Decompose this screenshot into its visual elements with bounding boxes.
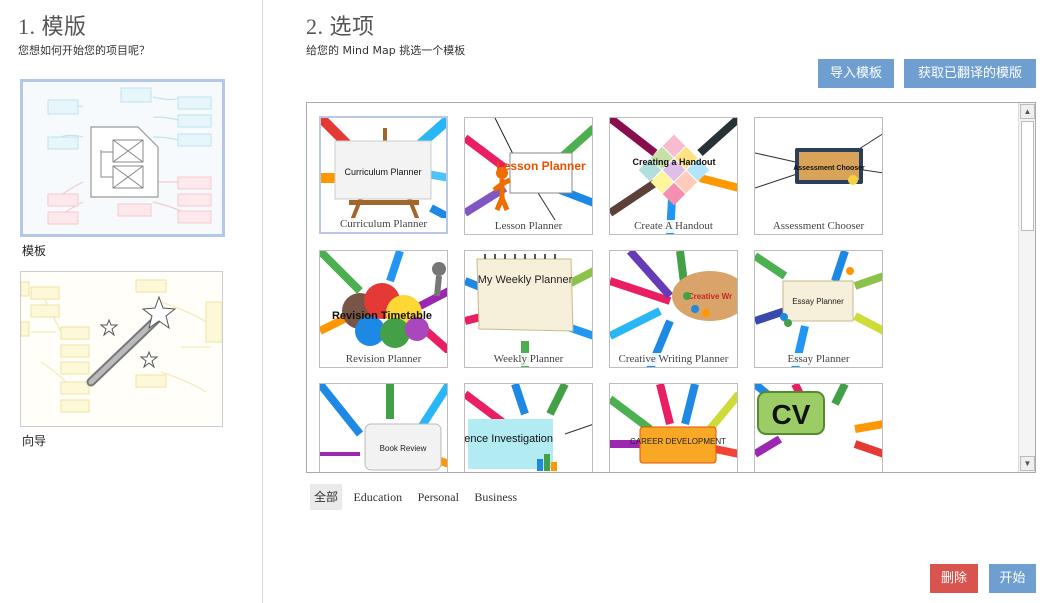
template-options-panel: 2. 选项 给您的 Mind Map 挑选一个模板 导入模板 获取已翻译的模版 … <box>264 0 1048 603</box>
thumbnail-text: Assessment Chooser <box>793 165 865 172</box>
assessment-chooser-thumbnail: Assessment Chooser <box>755 133 882 189</box>
scroll-up-arrow-icon[interactable]: ▲ <box>1020 104 1035 119</box>
magic-wand-icon <box>21 272 222 426</box>
curriculum-planner-thumbnail: Curriculum Planner <box>321 118 446 224</box>
book-review-thumbnail: Book Review <box>320 384 447 471</box>
template-mode-card[interactable] <box>20 79 225 237</box>
weekly-planner-thumbnail: My Weekly Planner <box>465 254 592 367</box>
template-label: Create A Handout <box>610 220 737 233</box>
template-label: Creative Writing Planner <box>610 353 737 366</box>
scroll-down-arrow-icon[interactable]: ▼ <box>1020 456 1035 471</box>
lesson-planner-thumbnail: Lesson Planner <box>465 118 592 229</box>
template-label: Essay Planner <box>755 353 882 366</box>
get-translated-templates-button[interactable]: 获取已翻译的模版 <box>904 59 1036 88</box>
wizard-mode-card[interactable] <box>20 271 223 427</box>
template-label: Weekly Planner <box>465 353 592 366</box>
template-tile-science-investigation[interactable]: Science Investigation <box>464 383 593 472</box>
template-tile-create-a-handout[interactable]: Creating a Handout Create A Handout <box>609 117 738 235</box>
essay-planner-thumbnail: Essay Planner <box>755 251 882 367</box>
thumbnail-text: Creating a Handout <box>632 157 715 167</box>
filter-business[interactable]: Business <box>470 484 521 510</box>
career-development-thumbnail: CAREER DEVELOPMENT <box>610 384 737 464</box>
step-2-subtitle: 给您的 Mind Map 挑选一个模板 <box>306 44 466 57</box>
template-label: Revision Planner <box>320 353 447 366</box>
template-tile-revision-planner[interactable]: Revision Timetable Revision Planner <box>319 250 448 368</box>
template-tile-career-development[interactable]: CAREER DEVELOPMENT <box>609 383 738 472</box>
thumbnail-text: CV <box>772 399 811 430</box>
template-grid-icon <box>23 82 222 234</box>
step-1-subtitle: 您想如何开始您的项目呢？ <box>18 44 150 57</box>
thumbnail-text: Revision Timetable <box>332 310 432 322</box>
filter-all[interactable]: 全部 <box>310 484 343 510</box>
thumbnail-text: Lesson Planner <box>496 159 586 173</box>
step-2-title: 2. 选项 <box>306 14 375 39</box>
thumbnail-text: CAREER DEVELOPMENT <box>630 437 726 446</box>
thumbnail-text: Science Investigation <box>465 433 553 445</box>
template-tile-curriculum-planner[interactable]: Curriculum Planner Curriculum Planner <box>319 116 448 234</box>
template-tile-weekly-planner[interactable]: My Weekly Planner Weekly Planner <box>464 250 593 368</box>
thumbnail-text: My Weekly Planner <box>478 274 573 286</box>
template-label: Curriculum Planner <box>321 218 446 231</box>
create-a-handout-thumbnail: Creating a Handout <box>610 118 737 234</box>
science-investigation-thumbnail: Science Investigation <box>465 384 592 471</box>
step-1-title: 1. 模版 <box>18 14 87 39</box>
thumbnail-text: Creative Wr <box>688 292 732 301</box>
template-mode-panel: 1. 模版 您想如何开始您的项目呢？ 模板 向导 <box>0 0 263 603</box>
template-label: Lesson Planner <box>465 220 592 233</box>
thumbnail-text: Essay Planner <box>792 297 844 306</box>
wizard-mode-label: 向导 <box>22 434 47 448</box>
template-tile-assessment-chooser[interactable]: Assessment Chooser Assessment Chooser <box>754 117 883 235</box>
template-tile-cv[interactable]: CV <box>754 383 883 472</box>
delete-button[interactable]: 删除 <box>930 564 978 593</box>
thumbnail-text: Book Review <box>380 444 427 453</box>
filter-personal[interactable]: Personal <box>414 484 463 510</box>
gallery-scrollbar[interactable]: ▲ ▼ <box>1018 103 1035 472</box>
filter-education[interactable]: Education <box>349 484 406 510</box>
template-tile-creative-writing-planner[interactable]: Creative Wr Creative Writing Planner <box>609 250 738 368</box>
cv-thumbnail: CV <box>755 384 882 458</box>
import-template-button[interactable]: 导入模板 <box>818 59 894 88</box>
category-filter-bar: 全部 Education Personal Business <box>310 484 524 510</box>
revision-planner-thumbnail: Revision Timetable <box>320 251 447 354</box>
thumbnail-text: Curriculum Planner <box>344 167 421 177</box>
template-label: Assessment Chooser <box>755 220 882 233</box>
scroll-thumb[interactable] <box>1021 121 1034 231</box>
start-button[interactable]: 开始 <box>989 564 1036 593</box>
template-gallery: Curriculum Planner Curriculum Planner Le… <box>306 102 1036 473</box>
creative-writing-planner-thumbnail: Creative Wr <box>610 251 737 367</box>
template-tile-essay-planner[interactable]: Essay Planner Essay Planner <box>754 250 883 368</box>
template-tile-book-review[interactable]: Book Review <box>319 383 448 472</box>
template-tile-lesson-planner[interactable]: Lesson Planner Lesson Planner <box>464 117 593 235</box>
template-mode-label: 模板 <box>22 244 47 258</box>
